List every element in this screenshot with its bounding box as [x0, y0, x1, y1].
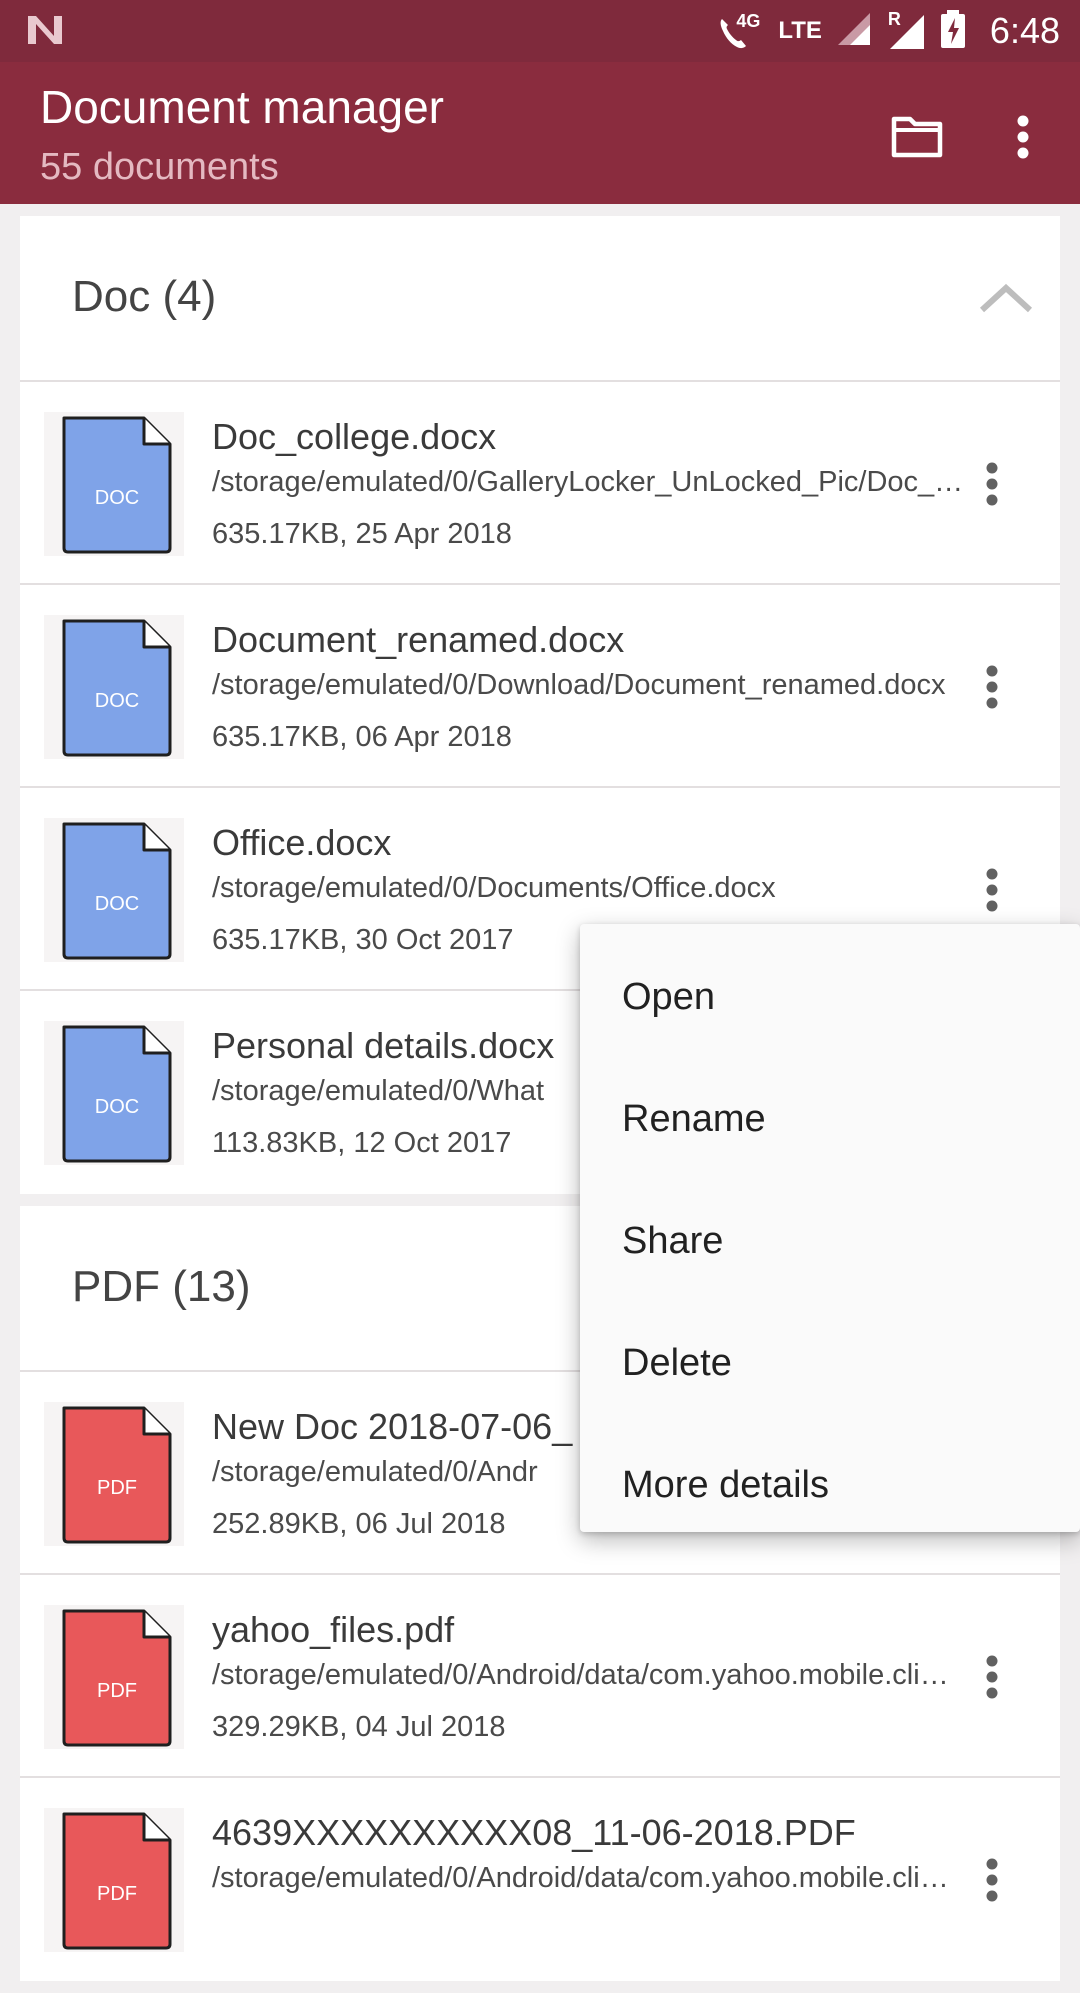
menu-item-share[interactable]: Share [580, 1180, 1080, 1302]
menu-item-delete[interactable]: Delete [580, 1302, 1080, 1424]
menu-item-rename[interactable]: Rename [580, 1058, 1080, 1180]
file-context-menu: Open Rename Share Delete More details [580, 924, 1080, 1532]
file-path: /storage/emulated/0/Documents/Office.doc… [212, 872, 776, 904]
file-options-button[interactable] [972, 1854, 1012, 1906]
file-path: /storage/emulated/0/Download/Document_re… [212, 669, 946, 701]
section-title: Doc (4) [72, 272, 217, 321]
file-path: /storage/emulated/0/GalleryLocker_UnLock… [212, 466, 964, 498]
file-name: yahoo_files.pdf [212, 1609, 455, 1650]
file-row[interactable]: DOC Document_renamed.docx/storage/emulate… [20, 585, 1060, 788]
overflow-menu-button[interactable] [988, 102, 1058, 172]
doc-file-icon: DOC [44, 818, 184, 962]
file-path: /storage/emulated/0/Android/data/com.yah… [212, 1659, 964, 1691]
signal-icon-roaming: R [886, 9, 926, 51]
file-name: New Doc 2018-07-06_ [212, 1406, 573, 1447]
doc-file-icon: DOC [44, 412, 184, 556]
file-name: Doc_college.docx [212, 416, 497, 457]
file-row[interactable]: PDF 4639XXXXXXXXXX08_11-06-2018.PDF/stora… [20, 1778, 1060, 1981]
more-vert-icon [986, 1655, 998, 1699]
more-vert-icon [986, 462, 998, 506]
file-size-date: 329.29KB, 04 Jul 2018 [212, 1711, 506, 1743]
file-row[interactable]: DOC Doc_college.docx/storage/emulated/0/G… [20, 382, 1060, 585]
status-time: 6:48 [989, 10, 1060, 51]
pdf-file-icon: PDF [44, 1605, 184, 1749]
doc-file-icon: DOC [44, 1021, 184, 1165]
file-options-button[interactable] [972, 661, 1012, 713]
file-name: Document_renamed.docx [212, 619, 625, 660]
app-bar: Document manager 55 documents [0, 62, 1080, 204]
file-options-button[interactable] [972, 864, 1012, 916]
roaming-label: R [887, 9, 901, 29]
folder-icon [891, 116, 943, 158]
document-count: 55 documents [40, 146, 279, 188]
doc-file-icon: DOC [44, 615, 184, 759]
file-size-date: 252.89KB, 06 Jul 2018 [212, 1508, 506, 1540]
file-size-date: 635.17KB, 30 Oct 2017 [212, 924, 514, 956]
section-header[interactable]: Doc (4) [20, 216, 1060, 382]
file-type-label: DOC [95, 893, 139, 915]
file-name: 4639XXXXXXXXXX08_11-06-2018.PDF [212, 1812, 856, 1853]
network-sup-label: 4G [736, 11, 761, 31]
file-type-label: DOC [95, 690, 139, 712]
status-bar: 4G LTE R 6:48 [0, 0, 1080, 62]
file-size-date: 113.83KB, 12 Oct 2017 [212, 1127, 512, 1159]
file-type-label: DOC [95, 487, 139, 509]
menu-item-more-details[interactable]: More details [580, 1424, 1080, 1546]
status-icons: 4G LTE R 6:48 [716, 8, 1060, 54]
app-title: Document manager [40, 81, 444, 133]
file-row[interactable]: PDF yahoo_files.pdf/storage/emulated/0/An… [20, 1575, 1060, 1778]
folder-button[interactable] [882, 102, 952, 172]
battery-icon [940, 9, 966, 54]
file-type-label: DOC [95, 1096, 139, 1118]
file-path: /storage/emulated/0/Android/data/com.yah… [212, 1862, 964, 1894]
more-vert-icon [986, 868, 998, 912]
file-size-date: 635.17KB, 06 Apr 2018 [212, 721, 512, 753]
section-title: PDF (13) [72, 1262, 251, 1311]
file-options-button[interactable] [972, 458, 1012, 510]
more-vert-icon [986, 1858, 998, 1902]
signal-icon-1 [836, 11, 872, 52]
network-type-label: LTE [778, 17, 822, 44]
file-name: Personal details.docx [212, 1025, 555, 1066]
file-type-label: PDF [97, 1883, 137, 1905]
file-size-date: 635.17KB, 25 Apr 2018 [212, 518, 512, 550]
notification-n-icon [26, 14, 64, 51]
pdf-file-icon: PDF [44, 1402, 184, 1546]
menu-item-open[interactable]: Open [580, 936, 1080, 1058]
pdf-file-icon: PDF [44, 1808, 184, 1952]
file-options-button[interactable] [972, 1651, 1012, 1703]
file-name: Office.docx [212, 822, 392, 863]
more-vert-icon [986, 665, 998, 709]
file-type-label: PDF [97, 1680, 137, 1702]
wifi-call-icon: 4G [716, 11, 764, 51]
chevron-up-icon[interactable] [976, 278, 1036, 318]
file-type-label: PDF [97, 1477, 137, 1499]
more-vert-icon [1017, 115, 1029, 159]
